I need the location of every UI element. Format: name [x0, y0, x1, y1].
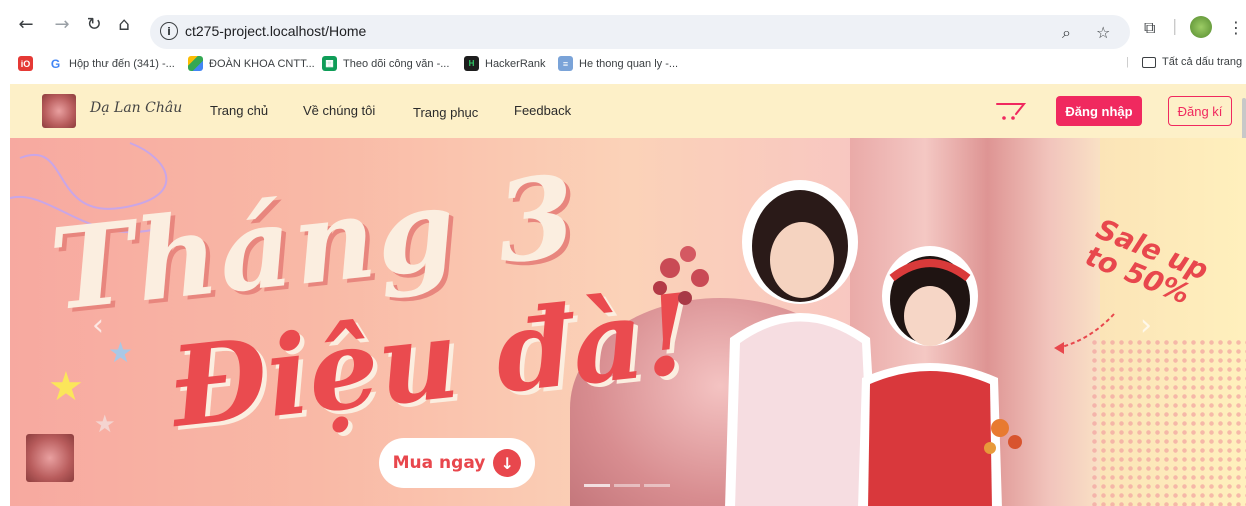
- bookmark-label: Theo dõi công văn -...: [343, 57, 450, 70]
- login-button[interactable]: Đăng nhập: [1056, 96, 1142, 126]
- site-logo[interactable]: [42, 94, 76, 128]
- star-icon: ★: [48, 364, 84, 410]
- bookmark-gmail[interactable]: G Hộp thư đến (341) -...: [48, 56, 175, 71]
- bookmarks-bar: iO G Hộp thư đến (341) -... ĐOÀN KHOA CN…: [0, 52, 1246, 78]
- nav-about[interactable]: Về chúng tôi: [303, 103, 375, 118]
- signup-button[interactable]: Đăng kí: [1168, 96, 1232, 126]
- hackerrank-icon: H: [464, 56, 479, 71]
- more-menu-icon[interactable]: ⋮: [1228, 18, 1244, 37]
- google-icon: G: [48, 56, 63, 71]
- site-info-icon[interactable]: i: [160, 22, 178, 40]
- browser-toolbar: ← → ↻ ⌂ i ct275-project.localhost/Home ⌕…: [0, 0, 1246, 49]
- carousel-indicator[interactable]: [644, 484, 670, 487]
- table-icon: ≡: [558, 56, 573, 71]
- star-icon: ★: [108, 336, 134, 369]
- forward-arrow-icon[interactable]: →: [50, 12, 74, 36]
- carousel-indicator[interactable]: [584, 484, 610, 487]
- divider: |: [1172, 16, 1178, 35]
- app-icon: iO: [18, 56, 33, 71]
- carousel-prev-icon[interactable]: ‹: [92, 308, 104, 343]
- sheets-icon: ▦: [322, 56, 337, 71]
- models-photo: [653, 180, 1022, 506]
- buy-now-button[interactable]: Mua ngay ↓: [379, 438, 535, 488]
- bookmark-label: Hộp thư đến (341) -...: [69, 57, 175, 70]
- nav-home[interactable]: Trang chủ: [210, 103, 268, 118]
- bookmark-label: He thong quan ly -...: [579, 57, 679, 70]
- bookmark-hackerrank[interactable]: H HackerRank: [464, 56, 546, 71]
- all-bookmarks-label: Tất cả dấu trang: [1162, 56, 1243, 68]
- bookmark-label: ĐOÀN KHOA CNTT...: [209, 57, 315, 70]
- hero-banner: Tháng 3 Điệu đà! ★ ★ ★ Sale up to 50% Mu…: [10, 138, 1246, 506]
- home-icon[interactable]: ⌂: [112, 12, 136, 36]
- nav-feedback[interactable]: Feedback: [514, 103, 571, 118]
- buy-now-label: Mua ngay: [392, 453, 486, 473]
- carousel-next-icon[interactable]: ›: [1140, 308, 1152, 343]
- sale-tag: Sale up to 50%: [1081, 212, 1213, 312]
- cart-icon[interactable]: [996, 101, 1028, 121]
- bookmark-app-icon[interactable]: iO: [18, 56, 33, 71]
- drive-icon: [188, 56, 203, 71]
- web-page: Dạ Lan Châu Trang chủ Về chúng tôi Trang…: [10, 84, 1246, 506]
- brand-name[interactable]: Dạ Lan Châu: [90, 100, 182, 116]
- banner-logo: [26, 434, 74, 482]
- dot-pattern: [1090, 338, 1246, 506]
- dashed-arrow-icon: [1054, 313, 1115, 354]
- nav-clothing[interactable]: Trang phục: [413, 105, 478, 120]
- zoom-icon[interactable]: ⌕: [1062, 23, 1071, 43]
- star-icon: ★: [94, 410, 116, 438]
- bookmark-sheets[interactable]: ▦ Theo dõi công văn -...: [322, 56, 449, 71]
- extensions-icon[interactable]: ⧉: [1144, 18, 1155, 38]
- site-header: Dạ Lan Châu Trang chủ Về chúng tôi Trang…: [10, 84, 1246, 238]
- all-bookmarks[interactable]: Tất cả dấu trang: [1142, 56, 1242, 68]
- url-text[interactable]: ct275-project.localhost/Home: [185, 23, 366, 39]
- carousel-indicator[interactable]: [614, 484, 640, 487]
- profile-avatar[interactable]: [1190, 16, 1212, 38]
- divider: |: [1126, 56, 1129, 68]
- bookmark-quanly[interactable]: ≡ He thong quan ly -...: [558, 56, 678, 71]
- reload-icon[interactable]: ↻: [82, 12, 106, 36]
- arrow-down-icon: ↓: [493, 449, 522, 477]
- folder-icon: [1142, 56, 1156, 68]
- bookmark-star-icon[interactable]: ☆: [1096, 23, 1110, 42]
- address-bar[interactable]: i ct275-project.localhost/Home ⌕ ☆: [150, 15, 1130, 49]
- bookmark-drive[interactable]: ĐOÀN KHOA CNTT...: [188, 56, 315, 71]
- back-arrow-icon[interactable]: ←: [14, 12, 38, 36]
- bookmark-label: HackerRank: [485, 57, 546, 70]
